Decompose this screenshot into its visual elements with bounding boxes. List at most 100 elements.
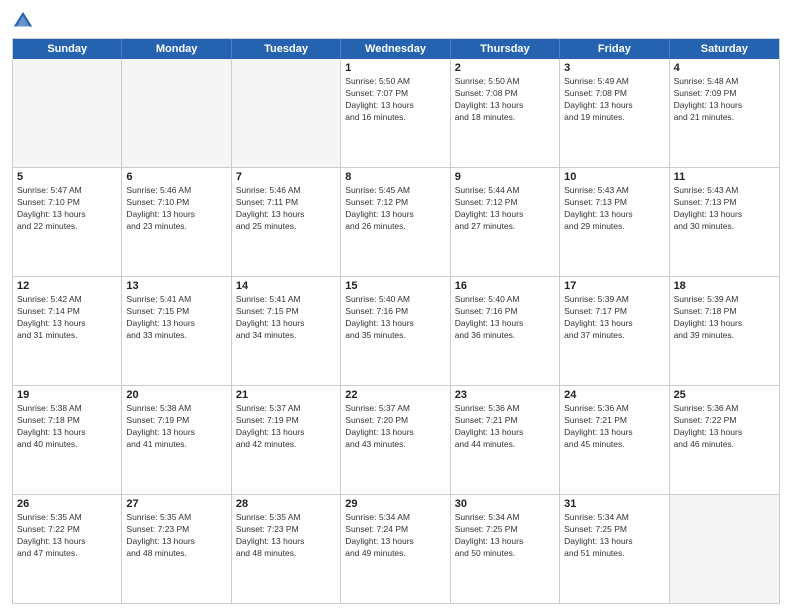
calendar-cell: 25 Sunrise: 5:36 AM Sunset: 7:22 PM Dayli… bbox=[670, 386, 779, 494]
calendar-cell: 21 Sunrise: 5:37 AM Sunset: 7:19 PM Dayli… bbox=[232, 386, 341, 494]
day-info: Sunrise: 5:41 AM Sunset: 7:15 PM Dayligh… bbox=[236, 294, 336, 342]
day-number: 3 bbox=[564, 62, 664, 74]
calendar-body: 1 Sunrise: 5:50 AM Sunset: 7:07 PM Daylig… bbox=[13, 59, 779, 603]
day-number: 18 bbox=[674, 280, 775, 292]
day-info: Sunrise: 5:34 AM Sunset: 7:25 PM Dayligh… bbox=[564, 512, 664, 560]
day-info: Sunrise: 5:46 AM Sunset: 7:11 PM Dayligh… bbox=[236, 185, 336, 233]
calendar-cell: 26Sunrise: 5:35 AM Sunset: 7:22 PM Dayli… bbox=[13, 495, 122, 603]
day-number: 4 bbox=[674, 62, 775, 74]
calendar-cell: 14 Sunrise: 5:41 AM Sunset: 7:15 PM Dayli… bbox=[232, 277, 341, 385]
day-info: Sunrise: 5:34 AM Sunset: 7:25 PM Dayligh… bbox=[455, 512, 555, 560]
day-info: Sunrise: 5:43 AM Sunset: 7:13 PM Dayligh… bbox=[674, 185, 775, 233]
logo-icon bbox=[12, 10, 34, 32]
day-number: 6 bbox=[126, 171, 226, 183]
calendar-cell: 15Sunrise: 5:40 AM Sunset: 7:16 PM Dayli… bbox=[341, 277, 450, 385]
day-number: 5 bbox=[17, 171, 117, 183]
calendar-cell: 17 Sunrise: 5:39 AM Sunset: 7:17 PM Dayli… bbox=[560, 277, 669, 385]
logo bbox=[12, 10, 38, 32]
calendar-cell: 16 Sunrise: 5:40 AM Sunset: 7:16 PM Dayli… bbox=[451, 277, 560, 385]
day-info: Sunrise: 5:36 AM Sunset: 7:21 PM Dayligh… bbox=[455, 403, 555, 451]
calendar-cell: 7 Sunrise: 5:46 AM Sunset: 7:11 PM Daylig… bbox=[232, 168, 341, 276]
day-info: Sunrise: 5:35 AM Sunset: 7:23 PM Dayligh… bbox=[126, 512, 226, 560]
day-number: 10 bbox=[564, 171, 664, 183]
calendar-row-5: 26Sunrise: 5:35 AM Sunset: 7:22 PM Dayli… bbox=[13, 494, 779, 603]
day-number: 25 bbox=[674, 389, 775, 401]
day-number: 26 bbox=[17, 498, 117, 510]
day-info: Sunrise: 5:36 AM Sunset: 7:21 PM Dayligh… bbox=[564, 403, 664, 451]
calendar-cell: 27 Sunrise: 5:35 AM Sunset: 7:23 PM Dayli… bbox=[122, 495, 231, 603]
calendar-cell: 24 Sunrise: 5:36 AM Sunset: 7:21 PM Dayli… bbox=[560, 386, 669, 494]
calendar-row-3: 12 Sunrise: 5:42 AM Sunset: 7:14 PM Dayli… bbox=[13, 276, 779, 385]
calendar-cell: 31 Sunrise: 5:34 AM Sunset: 7:25 PM Dayli… bbox=[560, 495, 669, 603]
day-info: Sunrise: 5:47 AM Sunset: 7:10 PM Dayligh… bbox=[17, 185, 117, 233]
day-number: 8 bbox=[345, 171, 445, 183]
calendar-cell: 3 Sunrise: 5:49 AM Sunset: 7:08 PM Daylig… bbox=[560, 59, 669, 167]
day-info: Sunrise: 5:50 AM Sunset: 7:07 PM Dayligh… bbox=[345, 76, 445, 124]
calendar-cell: 6 Sunrise: 5:46 AM Sunset: 7:10 PM Daylig… bbox=[122, 168, 231, 276]
day-number: 20 bbox=[126, 389, 226, 401]
day-info: Sunrise: 5:45 AM Sunset: 7:12 PM Dayligh… bbox=[345, 185, 445, 233]
calendar-cell: 9 Sunrise: 5:44 AM Sunset: 7:12 PM Daylig… bbox=[451, 168, 560, 276]
day-number: 13 bbox=[126, 280, 226, 292]
day-info: Sunrise: 5:39 AM Sunset: 7:17 PM Dayligh… bbox=[564, 294, 664, 342]
day-number: 29 bbox=[345, 498, 445, 510]
calendar-cell: 11 Sunrise: 5:43 AM Sunset: 7:13 PM Dayli… bbox=[670, 168, 779, 276]
calendar: SundayMondayTuesdayWednesdayThursdayFrid… bbox=[12, 38, 780, 604]
calendar-cell bbox=[13, 59, 122, 167]
day-number: 21 bbox=[236, 389, 336, 401]
day-info: Sunrise: 5:44 AM Sunset: 7:12 PM Dayligh… bbox=[455, 185, 555, 233]
day-info: Sunrise: 5:39 AM Sunset: 7:18 PM Dayligh… bbox=[674, 294, 775, 342]
header-day-friday: Friday bbox=[560, 39, 669, 59]
calendar-cell: 1 Sunrise: 5:50 AM Sunset: 7:07 PM Daylig… bbox=[341, 59, 450, 167]
calendar-cell: 23 Sunrise: 5:36 AM Sunset: 7:21 PM Dayli… bbox=[451, 386, 560, 494]
calendar-cell: 10 Sunrise: 5:43 AM Sunset: 7:13 PM Dayli… bbox=[560, 168, 669, 276]
calendar-cell: 22Sunrise: 5:37 AM Sunset: 7:20 PM Dayli… bbox=[341, 386, 450, 494]
day-number: 11 bbox=[674, 171, 775, 183]
calendar-row-2: 5 Sunrise: 5:47 AM Sunset: 7:10 PM Daylig… bbox=[13, 167, 779, 276]
calendar-cell: 8 Sunrise: 5:45 AM Sunset: 7:12 PM Daylig… bbox=[341, 168, 450, 276]
day-number: 19 bbox=[17, 389, 117, 401]
day-number: 27 bbox=[126, 498, 226, 510]
day-info: Sunrise: 5:46 AM Sunset: 7:10 PM Dayligh… bbox=[126, 185, 226, 233]
day-number: 12 bbox=[17, 280, 117, 292]
page: SundayMondayTuesdayWednesdayThursdayFrid… bbox=[0, 0, 792, 612]
calendar-cell bbox=[122, 59, 231, 167]
calendar-cell: 20Sunrise: 5:38 AM Sunset: 7:19 PM Dayli… bbox=[122, 386, 231, 494]
header-day-monday: Monday bbox=[122, 39, 231, 59]
day-number: 23 bbox=[455, 389, 555, 401]
calendar-cell: 28Sunrise: 5:35 AM Sunset: 7:23 PM Dayli… bbox=[232, 495, 341, 603]
calendar-cell bbox=[670, 495, 779, 603]
header bbox=[12, 10, 780, 32]
calendar-row-4: 19 Sunrise: 5:38 AM Sunset: 7:18 PM Dayli… bbox=[13, 385, 779, 494]
day-number: 14 bbox=[236, 280, 336, 292]
header-day-sunday: Sunday bbox=[13, 39, 122, 59]
day-info: Sunrise: 5:36 AM Sunset: 7:22 PM Dayligh… bbox=[674, 403, 775, 451]
day-number: 9 bbox=[455, 171, 555, 183]
calendar-cell: 5 Sunrise: 5:47 AM Sunset: 7:10 PM Daylig… bbox=[13, 168, 122, 276]
day-info: Sunrise: 5:37 AM Sunset: 7:19 PM Dayligh… bbox=[236, 403, 336, 451]
day-info: Sunrise: 5:49 AM Sunset: 7:08 PM Dayligh… bbox=[564, 76, 664, 124]
day-info: Sunrise: 5:35 AM Sunset: 7:23 PM Dayligh… bbox=[236, 512, 336, 560]
day-info: Sunrise: 5:41 AM Sunset: 7:15 PM Dayligh… bbox=[126, 294, 226, 342]
day-info: Sunrise: 5:40 AM Sunset: 7:16 PM Dayligh… bbox=[345, 294, 445, 342]
calendar-cell: 29Sunrise: 5:34 AM Sunset: 7:24 PM Dayli… bbox=[341, 495, 450, 603]
day-info: Sunrise: 5:43 AM Sunset: 7:13 PM Dayligh… bbox=[564, 185, 664, 233]
day-info: Sunrise: 5:42 AM Sunset: 7:14 PM Dayligh… bbox=[17, 294, 117, 342]
day-number: 1 bbox=[345, 62, 445, 74]
day-number: 24 bbox=[564, 389, 664, 401]
day-number: 31 bbox=[564, 498, 664, 510]
day-info: Sunrise: 5:38 AM Sunset: 7:18 PM Dayligh… bbox=[17, 403, 117, 451]
calendar-cell: 30Sunrise: 5:34 AM Sunset: 7:25 PM Dayli… bbox=[451, 495, 560, 603]
day-number: 16 bbox=[455, 280, 555, 292]
calendar-cell: 4 Sunrise: 5:48 AM Sunset: 7:09 PM Daylig… bbox=[670, 59, 779, 167]
day-info: Sunrise: 5:40 AM Sunset: 7:16 PM Dayligh… bbox=[455, 294, 555, 342]
day-number: 7 bbox=[236, 171, 336, 183]
header-day-wednesday: Wednesday bbox=[341, 39, 450, 59]
calendar-cell: 13 Sunrise: 5:41 AM Sunset: 7:15 PM Dayli… bbox=[122, 277, 231, 385]
calendar-cell: 18 Sunrise: 5:39 AM Sunset: 7:18 PM Dayli… bbox=[670, 277, 779, 385]
calendar-cell bbox=[232, 59, 341, 167]
calendar-row-1: 1 Sunrise: 5:50 AM Sunset: 7:07 PM Daylig… bbox=[13, 59, 779, 167]
day-number: 17 bbox=[564, 280, 664, 292]
header-day-tuesday: Tuesday bbox=[232, 39, 341, 59]
day-info: Sunrise: 5:48 AM Sunset: 7:09 PM Dayligh… bbox=[674, 76, 775, 124]
